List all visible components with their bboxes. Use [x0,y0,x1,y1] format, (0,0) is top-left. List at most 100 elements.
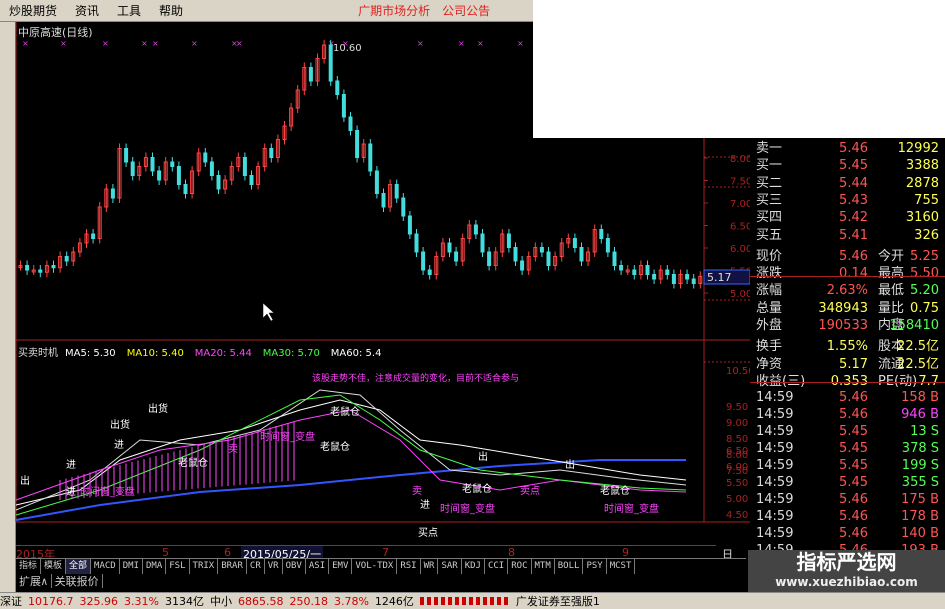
quote-value: 5.44 [839,175,868,191]
tick-row: 14:59 5.46 178 B [750,508,945,525]
quote-label: 换手 [756,339,783,355]
quote-value: 348943 [818,300,868,316]
tick-cell: 5.45 [839,424,868,439]
extension-tab-bar: 扩展∧ 关联报价 [16,574,746,588]
signal-label: 时间窗_变盘 [80,485,135,498]
signal-label: 进 [66,486,76,498]
tab-brar[interactable]: BRAR [218,559,247,574]
signal-marker: × [141,39,148,48]
signal-label: 时间窗_变盘 [260,430,315,443]
quote-value: 190533 [818,318,868,333]
tab-sar[interactable]: SAR [438,559,462,574]
tick-cell: 14:59 [756,407,794,422]
quote-label: 外盘 [756,318,783,333]
tab-wr[interactable]: WR [421,559,439,574]
signal-label: 出 [20,474,30,487]
tab-cr[interactable]: CR [247,559,265,574]
quote-value: 5.17 [839,356,868,372]
tab-macd[interactable]: MACD [91,559,120,574]
tab-roc[interactable]: ROC [508,559,532,574]
tick-cell: 175 B [901,492,939,507]
tab-psy[interactable]: PSY [583,559,607,574]
menu-link-notice[interactable]: 公司公告 [436,2,496,19]
tab-全部[interactable]: 全部 [66,559,92,574]
tab-模板[interactable]: 模板 [41,559,67,574]
market-strength-bar [419,597,510,605]
tab-vol-tdx[interactable]: VOL-TDX [352,559,398,574]
tab-related-quotes[interactable]: 关联报价 [52,574,103,588]
price-tick: 5.00 [730,289,752,300]
signal-label: 时间窗_变盘 [604,502,659,515]
tab-obv[interactable]: OBV [283,559,306,574]
tab-rsi[interactable]: RSI [397,559,421,574]
signal-marker: × [477,39,484,48]
tick-cell: 5.45 [839,441,868,456]
signal-label: 进 [114,439,124,451]
tick-row: 14:59 5.45 199 S [750,457,945,474]
tick-cell: 5.46 [839,390,868,405]
quote-label: 涨跌 [756,266,783,282]
price-tick: 8.00 [730,154,752,165]
watermark-url: www.xuezhibiao.com [775,575,918,589]
price-tick: 6.50 [730,222,752,233]
zx-pct: 3.78% [333,594,369,608]
mouse-cursor-icon [262,302,275,322]
tab-boll[interactable]: BOLL [555,559,584,574]
quote-label2: 今开 [878,248,905,264]
menu-item-help[interactable]: 帮助 [150,2,192,19]
signal-marker: × [417,39,424,48]
quote-value2: 3160 [905,210,939,226]
tick-cell: 5.46 [839,407,868,422]
zx-change: 250.18 [289,594,328,608]
quote-value: 5.43 [839,192,868,208]
tab-mcst[interactable]: MCST [607,559,636,574]
tick-cell: 13 S [910,424,939,439]
quote-row: 买一 5.45 3388 [750,157,945,174]
quote-row: 净资 5.17 流通 22.5亿 [750,356,945,373]
quote-row: 买四 5.42 3160 [750,209,945,226]
quote-value2: 2878 [905,175,939,191]
quote-value2: 12992 [897,141,939,156]
tab-trix[interactable]: TRIX [190,559,219,574]
quote-label: 净资 [756,356,783,372]
sub-tick: 6.00 [726,462,748,473]
zx-amount: 1246亿 [374,595,414,608]
tab-asi[interactable]: ASI [306,559,330,574]
tab-cci[interactable]: CCI [485,559,509,574]
sz-pct: 3.31% [124,594,159,608]
menu-link-market[interactable]: 广期市场分析 [352,2,436,19]
tab-emv[interactable]: EMV [329,559,353,574]
sz-change: 325.96 [79,594,119,608]
signal-label: 老鼠仓 [600,484,630,497]
quote-value: 5.45 [839,158,868,174]
signal-label: 老鼠仓 [320,440,350,453]
quote-label: 买四 [756,210,783,226]
quote-label: 卖一 [756,141,783,156]
menu-item-news[interactable]: 资讯 [66,2,108,19]
signal-label: 老鼠仓 [330,405,360,418]
x-axis: 2015年 5 6 2015/05/25/一 7 8 9 日线 [16,545,733,577]
tab-fsl[interactable]: FSL [166,559,190,574]
menu-item-tools[interactable]: 工具 [108,2,150,19]
tab-指标[interactable]: 指标 [16,559,42,574]
quote-value2: 22.5亿 [897,356,939,372]
tick-cell: 946 B [901,407,939,422]
tab-dma[interactable]: DMA [143,559,167,574]
tab-kdj[interactable]: KDJ [462,559,485,574]
watermark-title: 指标严选网 [796,550,897,574]
quote-value2: 3388 [905,158,939,174]
kline-chart[interactable]: 中原高速(日线) × × × × × × ×× × × × × × × 8.007.507.006.50… [0,22,760,547]
ma-label: MA10: 5.40 [127,348,184,359]
sz-label: 深证 [0,595,22,608]
tab-dmi[interactable]: DMI [120,559,143,574]
price-tag: 5.17 [707,271,732,284]
quote-label: 买五 [756,227,783,243]
tab-mtm[interactable]: MTM [532,559,555,574]
menu-item-futures[interactable]: 炒股期货 [0,2,66,19]
quote-value: 0.14 [839,266,868,282]
quote-value: 5.46 [839,141,868,156]
tab-expand[interactable]: 扩展∧ [16,574,52,588]
quote-value: 5.42 [839,210,868,226]
warning-text: 该股走势不佳，注意成交量的变化，目前不适合参与 [312,372,519,384]
tab-vr[interactable]: VR [265,559,283,574]
